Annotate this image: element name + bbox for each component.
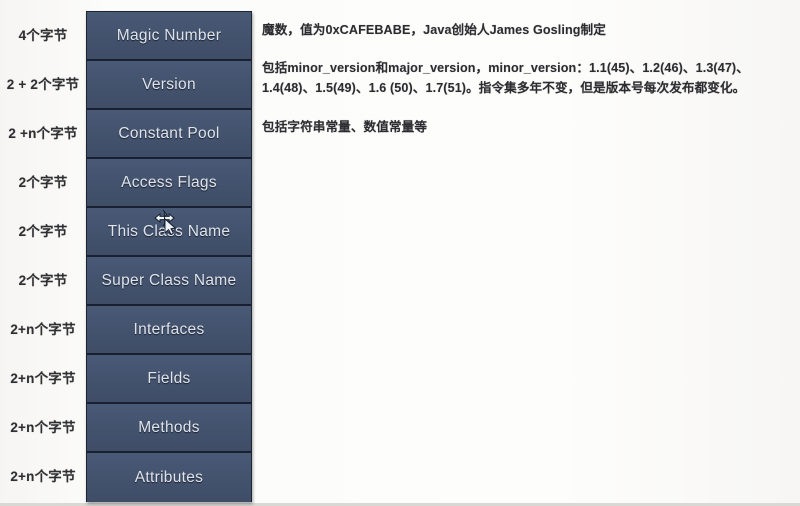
section-box-version[interactable]: Version	[87, 61, 251, 110]
annotation-constant-pool-line1: 包括字符串常量、数值常量等	[262, 120, 428, 134]
byte-size-label-access-flags: 2个字节	[18, 175, 68, 190]
section-box-methods[interactable]: Methods	[87, 404, 251, 453]
section-box-constant-pool[interactable]: Constant Pool	[87, 110, 251, 159]
section-box-access-flags[interactable]: Access Flags	[87, 159, 251, 208]
section-box-fields[interactable]: Fields	[87, 355, 251, 404]
annotation-version-line2: 1.4(48)、1.5(49)、1.6 (50)、1.7(51)。指令集多年不变…	[262, 81, 746, 95]
byte-size-label-magic-number: 4个字节	[18, 28, 68, 43]
section-label-this-class-name: This Class Name	[107, 222, 231, 240]
byte-size-label-column: 4个字节 2 + 2个字节 2 +n个字节 2个字节 2个字节 2个字节 2+n…	[0, 11, 86, 502]
diagram-page: 4个字节 2 + 2个字节 2 +n个字节 2个字节 2个字节 2个字节 2+n…	[0, 0, 800, 506]
section-label-interfaces: Interfaces	[133, 320, 205, 338]
byte-size-label-version: 2 + 2个字节	[6, 77, 80, 92]
class-file-structure-stack: Magic Number Version Constant Pool Acces…	[86, 11, 252, 502]
section-label-attributes: Attributes	[134, 468, 204, 486]
byte-size-label-fields: 2+n个字节	[10, 371, 76, 386]
annotation-constant-pool: 包括字符串常量、数值常量等	[262, 117, 427, 137]
annotation-magic-number-line1: 魔数，值为0xCAFEBABE，Java创始人James Gosling制定	[262, 23, 606, 37]
section-label-methods: Methods	[138, 418, 200, 436]
byte-size-label-methods: 2+n个字节	[10, 420, 76, 435]
annotation-version-line1: 包括minor_version和major_version，minor_vers…	[262, 61, 749, 75]
section-label-fields: Fields	[147, 369, 191, 387]
section-label-version: Version	[142, 75, 196, 93]
section-box-attributes[interactable]: Attributes	[87, 453, 251, 502]
section-box-this-class-name[interactable]: This Class Name	[87, 208, 251, 257]
section-label-access-flags: Access Flags	[121, 173, 217, 191]
annotation-version: 包括minor_version和major_version，minor_vers…	[262, 58, 749, 98]
byte-size-label-interfaces: 2+n个字节	[10, 322, 76, 337]
section-box-super-class-name[interactable]: Super Class Name	[87, 257, 251, 306]
section-label-magic-number: Magic Number	[116, 26, 222, 44]
byte-size-label-attributes: 2+n个字节	[10, 469, 76, 484]
byte-size-label-constant-pool: 2 +n个字节	[8, 126, 78, 141]
section-label-super-class-name: Super Class Name	[101, 271, 237, 289]
byte-size-label-super-class-name: 2个字节	[18, 273, 68, 288]
section-box-interfaces[interactable]: Interfaces	[87, 306, 251, 355]
byte-size-label-this-class-name: 2个字节	[18, 224, 68, 239]
annotation-magic-number: 魔数，值为0xCAFEBABE，Java创始人James Gosling制定	[262, 20, 606, 40]
section-box-magic-number[interactable]: Magic Number	[87, 12, 251, 61]
annotation-column: 魔数，值为0xCAFEBABE，Java创始人James Gosling制定 包…	[262, 0, 800, 506]
section-label-constant-pool: Constant Pool	[118, 124, 220, 142]
